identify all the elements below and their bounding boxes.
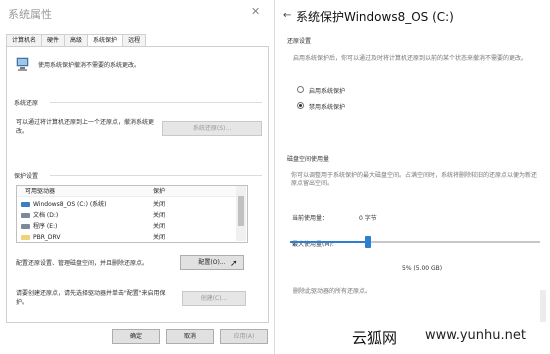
ok-button[interactable]: 确定: [112, 329, 160, 344]
window-title: 系统属性: [8, 8, 52, 21]
scrollbar-thumb[interactable]: [238, 196, 244, 226]
drive-name: 文档 (D:): [33, 212, 59, 219]
drive-icon: [21, 213, 30, 218]
intro-text: 使用系统保护撤消不需要的系统更改。: [38, 62, 141, 69]
windows-drive-icon: [21, 202, 30, 207]
drive-row[interactable]: PBR_DRV 关闭: [17, 232, 237, 242]
disk-usage-description: 你可以调整用于系统保护的最大磁盘空间。占满空间时，系统将删除较旧的还原点以便为新…: [291, 172, 538, 187]
drive-row[interactable]: Windows8_OS (C:) (系统) 关闭: [17, 199, 237, 210]
radio-enable-protection[interactable]: [297, 86, 304, 93]
delete-restore-points-text: 删除此驱动器的所有还原点。: [293, 288, 372, 295]
radio-disable-protection[interactable]: [297, 102, 304, 109]
drive-row[interactable]: 程序 (E:) 关闭: [17, 221, 237, 232]
divider: [50, 102, 262, 103]
tab-advanced[interactable]: 高级: [64, 34, 89, 46]
current-usage-label: 当前使用量：: [292, 215, 329, 222]
drive-status: 关闭: [153, 201, 166, 208]
current-usage-value: 0 字节: [359, 215, 377, 222]
disk-usage-label: 磁盘空间使用量: [287, 156, 330, 163]
tab-computer-name[interactable]: 计算机名: [6, 34, 43, 46]
dialog-title: 系统保护Windows8_OS (C:): [296, 10, 454, 24]
restore-description: 可以通过将计算机还原到上一个还原点，撤消系统更改。: [16, 119, 155, 135]
watermark-logo-text: 云狐网: [352, 329, 398, 347]
tab-remote[interactable]: 远程: [122, 34, 147, 46]
max-usage-slider-thumb[interactable]: [365, 236, 371, 248]
divider: [50, 175, 262, 176]
drive-name: Windows8_OS (C:) (系统): [33, 201, 107, 208]
drive-list-header: 可用驱动器 保护: [17, 186, 237, 197]
column-drive[interactable]: 可用驱动器: [25, 186, 55, 197]
drive-list[interactable]: 可用驱动器 保护 Windows8_OS (C:) (系统) 关闭 文档 (D:…: [16, 185, 248, 243]
drive-icon: [21, 224, 30, 229]
cancel-button[interactable]: 取消: [166, 329, 214, 344]
tab-hardware[interactable]: 硬件: [41, 34, 66, 46]
column-protection[interactable]: 保护: [153, 186, 165, 197]
restore-settings-description: 启用系统保护后，你可以通过及时将计算机还原到以前的某个状态来撤消不需要的更改。: [293, 55, 528, 62]
system-restore-button[interactable]: 系统还原(S)...: [162, 121, 262, 136]
drive-status: 关闭: [153, 223, 166, 230]
drive-name: PBR_DRV: [33, 234, 61, 241]
radio-disable-label[interactable]: 禁用系统保护: [309, 102, 345, 111]
back-arrow-icon[interactable]: ←: [283, 10, 291, 21]
apply-button[interactable]: 应用(A): [220, 329, 268, 344]
protection-section-label: 保护设置: [14, 173, 39, 180]
restore-section-label: 系统还原: [14, 100, 39, 107]
drive-status: 关闭: [153, 212, 166, 219]
restore-settings-label: 还原设置: [287, 38, 312, 45]
drive-row[interactable]: 文档 (D:) 关闭: [17, 210, 237, 221]
max-usage-value: 5% (5.00 GB): [402, 265, 443, 272]
drive-status: 关闭: [153, 234, 166, 241]
watermark-url: www.yunhu.net: [425, 328, 526, 343]
dialog-scrollbar[interactable]: [540, 290, 546, 324]
radio-enable-label[interactable]: 启用系统保护: [309, 86, 345, 95]
create-description: 请要创建还原点，请先选择驱动器并单击"配置"来启用保护。: [16, 290, 166, 306]
folder-icon: [21, 235, 30, 240]
max-usage-slider-fill: [290, 241, 370, 243]
create-button[interactable]: 创建(C)...: [182, 291, 246, 306]
config-description: 配置还原设置、管理磁盘空间，并且删除还原点。: [16, 260, 149, 267]
drive-name: 程序 (E:): [33, 223, 58, 230]
system-protection-icon: [16, 56, 30, 72]
close-icon[interactable]: ✕: [251, 5, 260, 18]
cursor-icon: ➚: [230, 259, 238, 269]
